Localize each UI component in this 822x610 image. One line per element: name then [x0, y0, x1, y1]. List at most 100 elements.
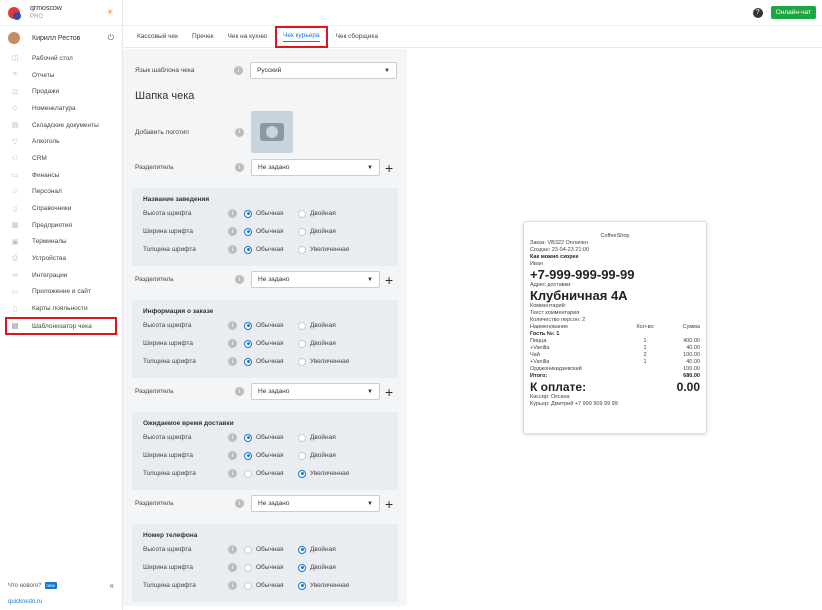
chevron-down-icon: ▼	[367, 500, 373, 507]
app-icon: ▭	[11, 288, 19, 296]
sidebar-item-16[interactable]: ▯ Карты лояльности	[0, 300, 122, 317]
add-separator-icon[interactable]: +	[385, 161, 393, 175]
radio-option-1[interactable]: Обычная	[244, 545, 298, 554]
sidebar-item-4[interactable]: ◇ Номенклатура	[0, 100, 122, 117]
logout-icon[interactable]: ⏻	[108, 33, 114, 43]
radio-option-2[interactable]: Увеличенная	[298, 581, 352, 590]
info-icon[interactable]: i	[234, 66, 244, 75]
radio-option-2[interactable]: Увеличенная	[298, 469, 352, 478]
theme-sun-icon[interactable]: ☀	[106, 7, 114, 18]
radio-option-2[interactable]: Увеличенная	[298, 245, 352, 254]
radio-option-1[interactable]: Обычная	[244, 321, 298, 330]
radio-option-1[interactable]: Обычная	[244, 245, 298, 254]
tab-courier[interactable]: Чек курьера	[275, 25, 328, 48]
radio-option-2[interactable]: Двойная	[298, 433, 352, 442]
radio-option-2[interactable]: Увеличенная	[298, 357, 352, 366]
add-separator-icon[interactable]: +	[385, 385, 393, 399]
radio-option-1[interactable]: Обычная	[244, 339, 298, 348]
radio-option-2[interactable]: Двойная	[298, 321, 352, 330]
sidebar-item-10[interactable]: ▯ Справочники	[0, 200, 122, 217]
tab-assembler[interactable]: Чек сборщика	[336, 26, 378, 48]
sidebar-item-14[interactable]: ∞ Интеграции	[0, 267, 122, 284]
radio-circle	[244, 227, 252, 236]
sidebar-item-12[interactable]: ▣ Терминалы	[0, 234, 122, 251]
sidebar-item-2[interactable]: ⌗ Отчеты	[0, 67, 122, 84]
info-icon[interactable]: i	[228, 227, 237, 236]
info-icon[interactable]: i	[235, 387, 244, 396]
user-profile[interactable]: Кирилл Рестов ⏻	[0, 26, 122, 50]
sidebar-item-label: Отчеты	[32, 71, 55, 79]
sidebar-item-8[interactable]: ▭ Финансы	[0, 167, 122, 184]
radio-option-2[interactable]: Двойная	[298, 563, 352, 572]
radio-label: Обычная	[256, 564, 284, 571]
r-line-sum: 40.00	[686, 345, 700, 351]
receipt-preview: CoffeeShop Заказ: VB322 Оплачен Создан: …	[523, 221, 707, 434]
radio-option-1[interactable]: Обычная	[244, 433, 298, 442]
radio-option-1[interactable]: Обычная	[244, 451, 298, 460]
org-header[interactable]: qrmoscow PRO ☀	[0, 0, 122, 26]
sidebar-item-13[interactable]: ⎙ Устройства	[0, 250, 122, 267]
whats-new-link[interactable]: Что нового?	[8, 583, 42, 589]
radio-option-1[interactable]: Обычная	[244, 227, 298, 236]
section-title: Информация о заказе	[143, 308, 214, 315]
radio-option-1[interactable]: Обычная	[244, 581, 298, 590]
info-icon[interactable]: i	[228, 451, 237, 460]
sidebar-item-7[interactable]: ⚇ CRM	[0, 150, 122, 167]
sidebar-item-3[interactable]: ⊡ Продажи	[0, 83, 122, 100]
info-icon[interactable]: i	[228, 469, 237, 478]
radio-option-2[interactable]: Двойная	[298, 339, 352, 348]
r-line-name: Пицца	[530, 338, 547, 344]
radio-option-2[interactable]: Двойная	[298, 545, 352, 554]
separator-select[interactable]: Не задано ▼	[251, 495, 380, 512]
sidebar-item-5[interactable]: ▤ Складские документы	[0, 117, 122, 134]
radio-option-2[interactable]: Двойная	[298, 209, 352, 218]
sidebar-item-1[interactable]: ◫ Рабочий стол	[0, 50, 122, 67]
info-icon[interactable]: i	[228, 321, 237, 330]
info-icon[interactable]: i	[228, 245, 237, 254]
r-line-sum: 100.00	[683, 352, 700, 358]
radio-option-2[interactable]: Двойная	[298, 227, 352, 236]
info-icon[interactable]: i	[228, 545, 237, 554]
radio-option-1[interactable]: Обычная	[244, 209, 298, 218]
tab-precheck[interactable]: Пречек	[192, 26, 214, 48]
r-pay: 0.00	[676, 380, 700, 394]
info-icon[interactable]: i	[235, 127, 244, 137]
tab-cash-receipt[interactable]: Кассовый чек	[137, 26, 178, 48]
radio-circle	[244, 209, 252, 218]
tab-kitchen[interactable]: Чек на кухню	[228, 26, 268, 48]
r-persons: Количество персон: 2	[530, 317, 586, 323]
sidebar-item-11[interactable]: ▦ Предприятия	[0, 217, 122, 234]
info-icon[interactable]: i	[235, 163, 244, 172]
r-shop: CoffeeShop	[600, 233, 630, 239]
add-separator-icon[interactable]: +	[385, 273, 393, 287]
info-icon[interactable]: i	[228, 209, 237, 218]
sidebar-item-17[interactable]: ▤ Шаблонизатор чека	[5, 317, 117, 335]
separator-select[interactable]: Не задано ▼	[251, 271, 380, 288]
radio-option-1[interactable]: Обычная	[244, 469, 298, 478]
online-chat-button[interactable]: Онлайн-чат	[770, 6, 816, 19]
sidebar-item-6[interactable]: ▽ Алкоголь	[0, 133, 122, 150]
info-icon[interactable]: i	[228, 357, 237, 366]
radio-circle	[298, 357, 306, 366]
info-icon[interactable]: i	[235, 275, 244, 284]
add-separator-icon[interactable]: +	[385, 497, 393, 511]
info-icon[interactable]: i	[228, 581, 237, 590]
logo-upload[interactable]	[251, 111, 293, 153]
site-link[interactable]: quickresto.ru	[8, 599, 42, 605]
separator-select[interactable]: Не задано ▼	[251, 159, 380, 176]
info-icon[interactable]: i	[235, 499, 244, 508]
lang-select[interactable]: Русский ▼	[250, 62, 397, 79]
info-icon[interactable]: i	[228, 339, 237, 348]
radio-option-2[interactable]: Двойная	[298, 451, 352, 460]
radio-option-1[interactable]: Обычная	[244, 563, 298, 572]
logo-label: Добавить логотип	[135, 128, 189, 136]
info-icon[interactable]: i	[228, 563, 237, 572]
separator-select[interactable]: Не задано ▼	[251, 383, 380, 400]
help-icon[interactable]: ?	[752, 7, 763, 18]
radio-option-1[interactable]: Обычная	[244, 357, 298, 366]
sidebar-item-15[interactable]: ▭ Приложение и сайт	[0, 284, 122, 301]
info-icon[interactable]: i	[228, 433, 237, 442]
sidebar-item-9[interactable]: ☺ Персонал	[0, 184, 122, 201]
collapse-icon[interactable]: «	[110, 581, 114, 590]
radio-label: Двойная	[310, 340, 336, 347]
